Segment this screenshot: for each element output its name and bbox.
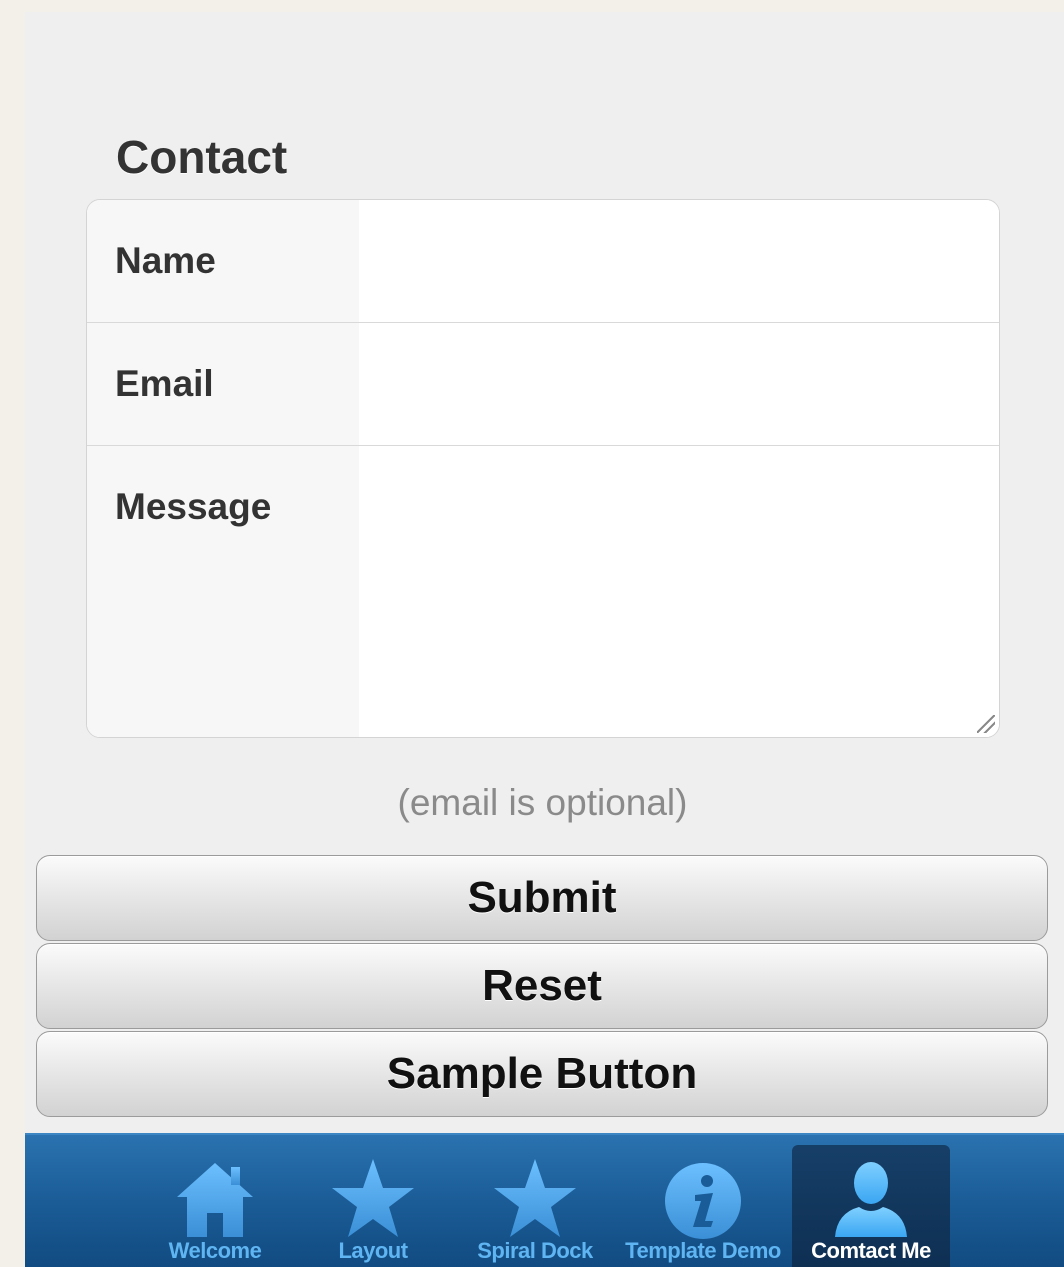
name-row: Name bbox=[87, 200, 999, 323]
email-input[interactable] bbox=[359, 323, 999, 445]
user-icon bbox=[835, 1162, 907, 1237]
tab-label: Comtact Me bbox=[811, 1238, 931, 1263]
tab-template-demo[interactable]: Template Demo bbox=[613, 1135, 793, 1267]
message-label: Message bbox=[87, 446, 359, 737]
message-row: Message bbox=[87, 446, 999, 737]
tab-label: Layout bbox=[338, 1238, 408, 1263]
name-label: Name bbox=[87, 200, 359, 322]
star-icon bbox=[332, 1159, 414, 1237]
home-icon bbox=[177, 1163, 253, 1237]
tab-spiral-dock[interactable]: Spiral Dock bbox=[465, 1135, 605, 1267]
tab-label: Welcome bbox=[168, 1238, 262, 1263]
sample-button[interactable]: Sample Button bbox=[36, 1031, 1048, 1117]
section-title: Contact bbox=[116, 131, 288, 183]
message-textarea[interactable] bbox=[359, 446, 999, 737]
tab-label: Spiral Dock bbox=[477, 1238, 593, 1263]
submit-button[interactable]: Submit bbox=[36, 855, 1048, 941]
tab-layout[interactable]: Layout bbox=[323, 1135, 423, 1267]
tab-bar: Welcome Layout Spiral Dock Template Demo… bbox=[25, 1133, 1064, 1267]
tab-welcome[interactable]: Welcome bbox=[158, 1135, 272, 1267]
tab-contact-me[interactable]: Comtact Me bbox=[792, 1145, 950, 1267]
tab-label: Template Demo bbox=[625, 1238, 781, 1263]
resize-handle-icon[interactable] bbox=[977, 715, 995, 733]
email-label: Email bbox=[87, 323, 359, 445]
email-row: Email bbox=[87, 323, 999, 446]
app-screen: Contact Name Email Message (email is opt… bbox=[25, 12, 1064, 1267]
star-icon bbox=[494, 1159, 576, 1237]
email-optional-hint: (email is optional) bbox=[397, 782, 688, 823]
name-input[interactable] bbox=[359, 200, 999, 322]
info-icon bbox=[665, 1163, 741, 1239]
contact-form: Name Email Message bbox=[86, 199, 1000, 738]
reset-button[interactable]: Reset bbox=[36, 943, 1048, 1029]
